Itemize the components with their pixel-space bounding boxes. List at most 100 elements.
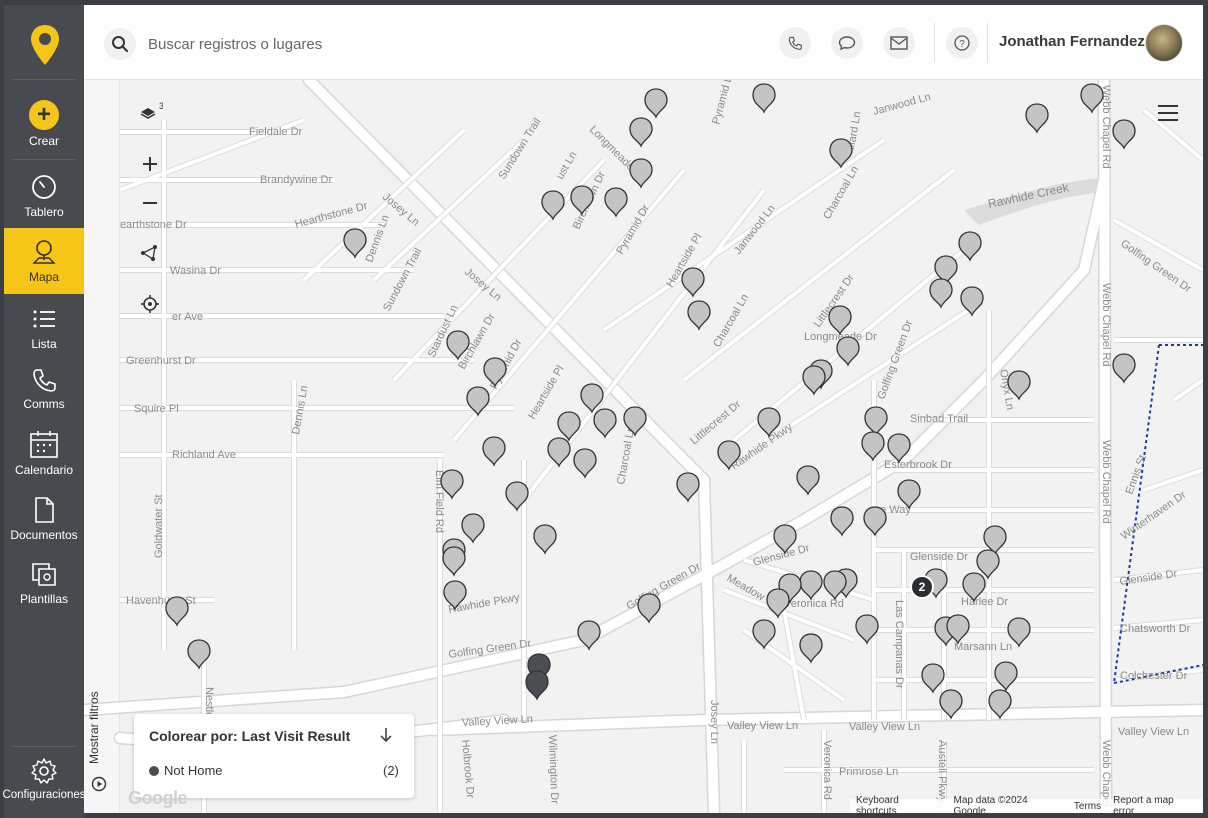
terms-link[interactable]: Terms <box>1074 801 1101 812</box>
road-label: Marsann Ln <box>954 641 1012 653</box>
road-label: Greenhurst Dr <box>126 355 196 367</box>
road-label: Veronica Rd <box>821 740 833 800</box>
search-button[interactable] <box>104 28 136 60</box>
road-label: Wasina Dr <box>170 265 221 277</box>
locate-icon <box>141 295 159 313</box>
help-icon: ? <box>954 35 970 51</box>
report-error-link[interactable]: Report a map error <box>1113 795 1197 813</box>
sidebar-item-label: Plantillas <box>19 592 69 606</box>
sidebar-divider <box>12 746 76 747</box>
road-label: Primrose Ln <box>839 766 898 778</box>
zoom-in-icon <box>143 157 157 171</box>
top-header: ? Jonathan Fernandez <box>84 5 1203 80</box>
map-canvas[interactable]: Fieldale Dr Brandywine Dr Hearthstone Dr… <box>84 80 1203 813</box>
templates-icon <box>32 563 56 586</box>
layers-badge: 3 <box>159 101 163 111</box>
zoom-out-button[interactable] <box>132 185 168 221</box>
list-icon <box>33 310 55 328</box>
zoom-in-button[interactable] <box>132 146 168 182</box>
phone-icon <box>788 36 802 50</box>
document-icon <box>35 497 54 523</box>
header-divider <box>934 23 935 63</box>
road-label: Las Campanas Dr <box>893 600 905 689</box>
sidebar-item-label: Lista <box>31 337 57 351</box>
sidebar-item-label: Documentos <box>10 528 78 542</box>
draw-polygon-button[interactable] <box>132 235 168 271</box>
svg-text:?: ? <box>959 39 965 50</box>
header-divider <box>987 23 988 63</box>
road-label: Sinbad Trail <box>910 413 968 425</box>
sidebar-item-plantillas[interactable]: Plantillas <box>4 560 84 624</box>
sidebar-item-label: Comms <box>23 397 65 411</box>
road-label: Esterbrook Dr <box>884 459 952 471</box>
google-logo: Google <box>128 788 188 808</box>
road-label: Webb Chapel Rd <box>1100 283 1112 367</box>
dashboard-gauge-icon <box>32 175 56 199</box>
sidebar-item-calendario[interactable]: Calendario <box>4 429 84 493</box>
road-label: Glenside Dr <box>910 551 968 563</box>
arrow-down-icon[interactable] <box>377 726 395 744</box>
road-label: Austell Pkwy <box>936 740 948 803</box>
road-label: Chatsworth Dr <box>1120 623 1191 635</box>
calendar-icon <box>30 431 58 458</box>
sidebar-item-comms[interactable]: Comms <box>4 367 84 431</box>
show-filters-label[interactable]: Mostrar filtros <box>87 691 101 764</box>
layers-button[interactable]: 3 <box>132 94 168 130</box>
road-label: Valley View Ln <box>727 720 798 732</box>
road-label: Webb Chapel Rd <box>1100 440 1112 524</box>
map-pin-icon <box>32 240 56 264</box>
sidebar-item-label: Calendario <box>14 463 74 477</box>
plus-icon: + <box>29 100 59 130</box>
draw-polygon-icon <box>141 245 157 261</box>
road-label: Richland Ave <box>172 449 236 461</box>
chat-icon <box>838 36 856 51</box>
chat-button[interactable] <box>831 27 863 59</box>
menu-button[interactable] <box>1154 100 1182 126</box>
sidebar-item-mapa[interactable]: Mapa <box>4 228 84 294</box>
search-input[interactable] <box>148 31 548 57</box>
sidebar-item-label: Tablero <box>24 205 64 219</box>
road-label: Squire Pl <box>134 403 179 415</box>
legend-title: Colorear por: Last Visit Result <box>149 728 351 744</box>
legend-item-count: (2) <box>383 763 399 778</box>
sidebar-divider <box>12 159 76 160</box>
locate-button[interactable] <box>132 286 168 322</box>
keyboard-shortcuts-link[interactable]: Keyboard shortcuts <box>856 795 942 813</box>
gear-icon <box>31 758 57 784</box>
road-label: Harlee Dr <box>961 596 1008 608</box>
map-attribution: Keyboard shortcuts Map data ©2024 Google… <box>850 795 1203 813</box>
legend-color-dot <box>149 766 159 776</box>
app-logo[interactable] <box>29 23 61 67</box>
layers-icon: 3 <box>140 101 163 119</box>
phone-button[interactable] <box>779 27 811 59</box>
sidebar: + Crear Tablero Mapa Lista Comms Calenda… <box>2 5 86 818</box>
avatar[interactable] <box>1145 24 1183 62</box>
sidebar-item-documentos[interactable]: Documentos <box>4 496 84 560</box>
sidebar-item-label: Mapa <box>28 270 60 284</box>
sidebar-item-lista[interactable]: Lista <box>4 305 84 369</box>
road-label: Goldwater St <box>153 494 165 558</box>
color-legend: Colorear por: Last Visit Result Not Home… <box>134 714 414 798</box>
logo-pin-icon <box>31 25 59 65</box>
sidebar-item-label: Crear <box>28 134 59 148</box>
search-icon <box>112 36 128 52</box>
road-label: Fieldale Dr <box>249 126 303 138</box>
map-data-credit: Map data ©2024 Google <box>953 795 1028 813</box>
mail-button[interactable] <box>883 27 915 59</box>
phone-icon <box>33 369 56 392</box>
sidebar-item-label: Configuraciones <box>2 789 86 801</box>
road-label: Valley View Ln <box>849 721 920 733</box>
sidebar-item-crear[interactable]: + Crear <box>4 100 84 164</box>
road-label: Brandywine Dr <box>260 174 332 186</box>
hamburger-menu-icon <box>1158 105 1178 121</box>
user-name[interactable]: Jonathan Fernandez <box>999 33 1145 50</box>
sidebar-divider <box>12 79 76 80</box>
mail-icon <box>890 36 908 50</box>
road-label: Colchester Dr <box>1120 670 1188 682</box>
legend-item-label: Not Home <box>164 763 223 778</box>
help-button[interactable]: ? <box>946 27 978 59</box>
sidebar-item-configuraciones[interactable]: Configuraciones <box>2 757 86 813</box>
road-label: Wilmington Dr <box>546 735 560 805</box>
zoom-out-icon <box>143 202 157 204</box>
marker-cluster[interactable]: 2 <box>910 575 934 599</box>
